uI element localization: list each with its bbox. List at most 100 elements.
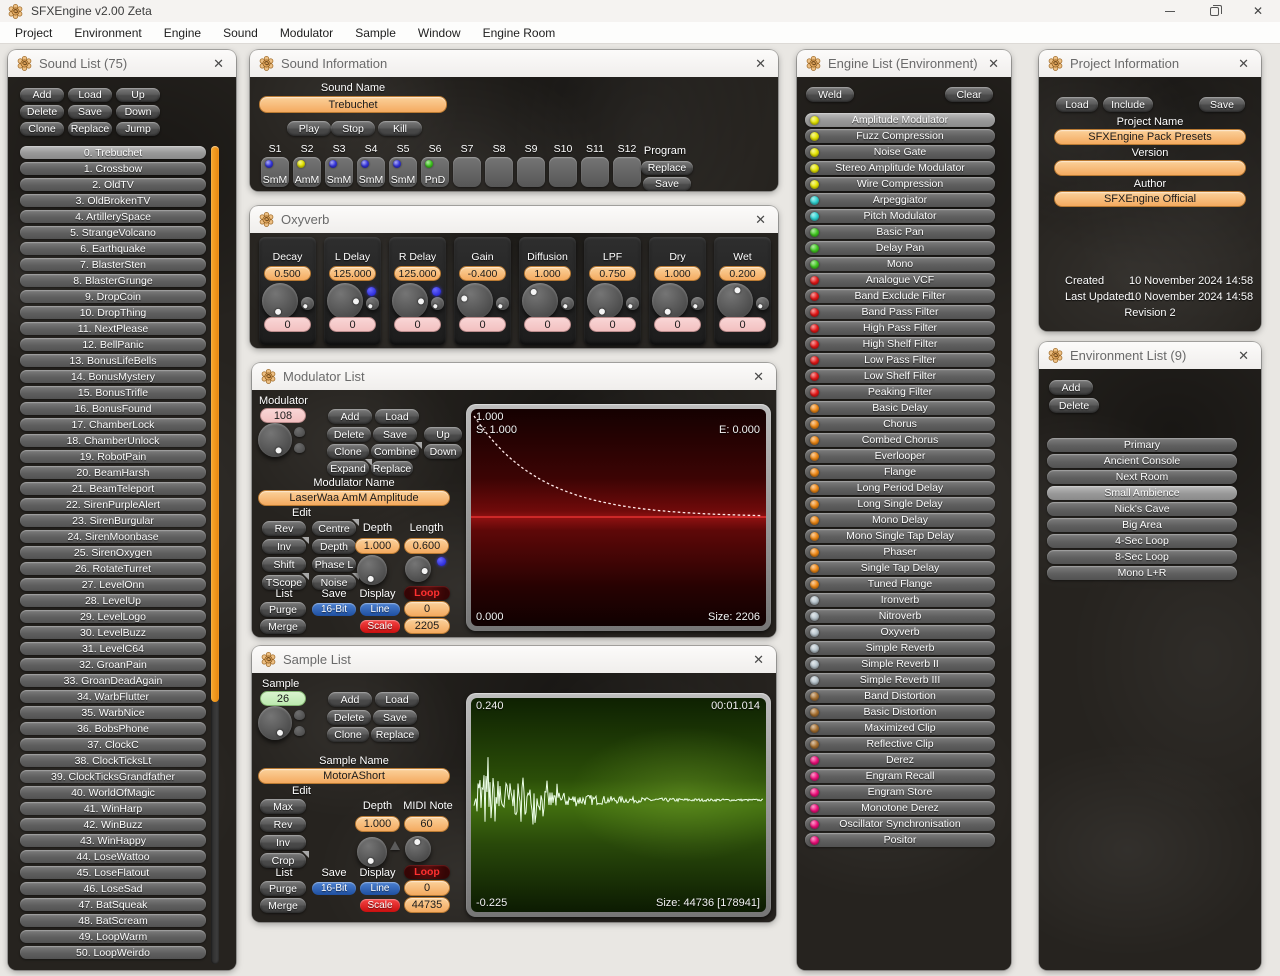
add-button[interactable]: Add — [328, 409, 372, 424]
purge-button[interactable]: Purge — [260, 881, 306, 896]
sound-list-item[interactable]: 47. BatSqueak — [20, 898, 206, 911]
effect-knob[interactable] — [327, 283, 363, 319]
slot-box[interactable]: SmM — [389, 157, 417, 187]
loop-start-field[interactable]: 0 — [404, 601, 450, 617]
menu-item[interactable]: Environment — [63, 23, 152, 43]
sound-slot[interactable]: S12 — [613, 143, 641, 187]
engine-list-item[interactable]: Simple Reverb III — [805, 673, 995, 687]
sound-list-item[interactable]: 8. BlasterGrunge — [20, 274, 206, 287]
program-save-button[interactable]: Save — [643, 177, 691, 191]
sound-slot[interactable]: S4 SmM — [357, 143, 385, 187]
clone-button[interactable]: Clone — [20, 122, 64, 136]
sound-slot[interactable]: S3 SmM — [325, 143, 353, 187]
sound-slot[interactable]: S8 — [485, 143, 513, 187]
effect-knob[interactable] — [652, 283, 688, 319]
loop-button[interactable]: Loop — [404, 586, 450, 600]
engine-list-item[interactable]: Fuzz Compression — [805, 129, 995, 143]
menu-item[interactable]: Sample — [344, 23, 407, 43]
engine-list-item[interactable]: Pitch Modulator — [805, 209, 995, 223]
loop-start-field[interactable]: 0 — [404, 880, 450, 896]
engine-list-item[interactable]: Monotone Derez — [805, 801, 995, 815]
combine-button[interactable]: Combine — [371, 442, 422, 459]
knob-value-field[interactable]: 125.000 — [329, 266, 376, 281]
engine-list-item[interactable]: Analogue VCF — [805, 273, 995, 287]
engine-list-item[interactable]: Band Exclude Filter — [805, 289, 995, 303]
sound-list-item[interactable]: 10. DropThing — [20, 306, 206, 319]
author-field[interactable]: SFXEngine Official — [1054, 191, 1246, 207]
stop-button[interactable]: Stop — [331, 121, 375, 136]
engine-list-item[interactable]: Combed Chorus — [805, 433, 995, 447]
sound-list-item[interactable]: 26. RotateTurret — [20, 562, 206, 575]
engine-list-item[interactable]: Oxyverb — [805, 625, 995, 639]
sound-list-item[interactable]: 18. ChamberUnlock — [20, 434, 206, 447]
sound-list-item[interactable]: 31. LevelC64 — [20, 642, 206, 655]
save-button[interactable]: Save — [68, 105, 112, 119]
depth-field[interactable]: 1.000 — [355, 816, 400, 832]
loop-button[interactable]: Loop — [404, 865, 450, 879]
close-icon[interactable]: ✕ — [985, 56, 1002, 72]
scale-toggle[interactable]: Scale — [360, 899, 400, 912]
inv-button[interactable]: Inv — [260, 835, 306, 850]
mod-source-field[interactable]: 0 — [719, 317, 766, 332]
close-icon[interactable]: ✕ — [752, 56, 769, 72]
sound-slot[interactable]: S10 — [549, 143, 577, 187]
sound-list-item[interactable]: 37. ClockC — [20, 738, 206, 751]
engine-list-item[interactable]: Basic Delay — [805, 401, 995, 415]
mod-amount-knob[interactable] — [431, 297, 444, 310]
engine-list-item[interactable]: High Shelf Filter — [805, 337, 995, 351]
sound-list-item[interactable]: 44. LoseWattoo — [20, 850, 206, 863]
scrollbar-track[interactable] — [211, 146, 219, 964]
down-button[interactable]: Down — [116, 105, 160, 119]
sound-slot[interactable]: S6 PnD — [421, 143, 449, 187]
minimize-button[interactable] — [1148, 0, 1192, 22]
sound-list-item[interactable]: 41. WinHarp — [20, 802, 206, 815]
engine-list-item[interactable]: Engram Recall — [805, 769, 995, 783]
sound-list-item[interactable]: 24. SirenMoonbase — [20, 530, 206, 543]
engine-list-item[interactable]: Amplitude Modulator — [805, 113, 995, 127]
menu-item[interactable]: Sound — [212, 23, 269, 43]
engine-list-item[interactable]: Wire Compression — [805, 177, 995, 191]
slot-box[interactable] — [581, 157, 609, 187]
line-toggle[interactable]: Line — [360, 882, 400, 895]
sound-list-item[interactable]: 45. LoseFlatout — [20, 866, 206, 879]
purge-button[interactable]: Purge — [260, 602, 306, 617]
engine-list-item[interactable]: Ironverb — [805, 593, 995, 607]
slot-box[interactable]: PnD — [421, 157, 449, 187]
midi-note-knob[interactable] — [405, 836, 431, 862]
engine-list-item[interactable]: Delay Pan — [805, 241, 995, 255]
sound-list-item[interactable]: 17. ChamberLock — [20, 418, 206, 431]
effect-knob[interactable] — [522, 283, 558, 319]
mod-source-field[interactable]: 0 — [394, 317, 441, 332]
modulator-select-knob[interactable] — [258, 423, 292, 457]
mod-amount-knob[interactable] — [756, 297, 769, 310]
environment-list-item[interactable]: Big Area — [1047, 518, 1237, 532]
mod-source-field[interactable]: 0 — [264, 317, 311, 332]
merge-button[interactable]: Merge — [260, 898, 306, 913]
sound-list-item[interactable]: 5. StrangeVolcano — [20, 226, 206, 239]
sample-select-knob[interactable] — [258, 706, 292, 740]
knob-value-field[interactable]: -0.400 — [459, 266, 506, 281]
length-knob[interactable] — [405, 556, 431, 582]
engine-list-item[interactable]: Reflective Clip — [805, 737, 995, 751]
engine-list-item[interactable]: Maximized Clip — [805, 721, 995, 735]
menu-item[interactable]: Window — [407, 23, 472, 43]
sound-list-item[interactable]: 19. RobotPain — [20, 450, 206, 463]
sound-list-item[interactable]: 35. WarbNice — [20, 706, 206, 719]
rate-field[interactable]: 44735 — [404, 897, 450, 913]
sound-list-item[interactable]: 43. WinHappy — [20, 834, 206, 847]
add-button[interactable]: Add — [20, 88, 64, 102]
close-icon[interactable]: ✕ — [1235, 56, 1252, 72]
environment-list-item[interactable]: Primary — [1047, 438, 1237, 452]
sound-list-item[interactable]: 21. BeamTeleport — [20, 482, 206, 495]
sound-list-item[interactable]: 46. LoseSad — [20, 882, 206, 895]
expand-button[interactable]: Expand — [327, 459, 372, 476]
sound-slot[interactable]: S11 — [581, 143, 609, 187]
max-button[interactable]: Max — [260, 799, 306, 814]
sound-list-item[interactable]: 6. Earthquake — [20, 242, 206, 255]
load-button[interactable]: Load — [375, 692, 419, 707]
close-icon[interactable]: ✕ — [750, 652, 767, 668]
sound-list-item[interactable]: 49. LoopWarm — [20, 930, 206, 943]
up-button[interactable]: Up — [424, 427, 462, 442]
sound-list-item[interactable]: 25. SirenOxygen — [20, 546, 206, 559]
scrollbar-thumb[interactable] — [211, 146, 219, 702]
